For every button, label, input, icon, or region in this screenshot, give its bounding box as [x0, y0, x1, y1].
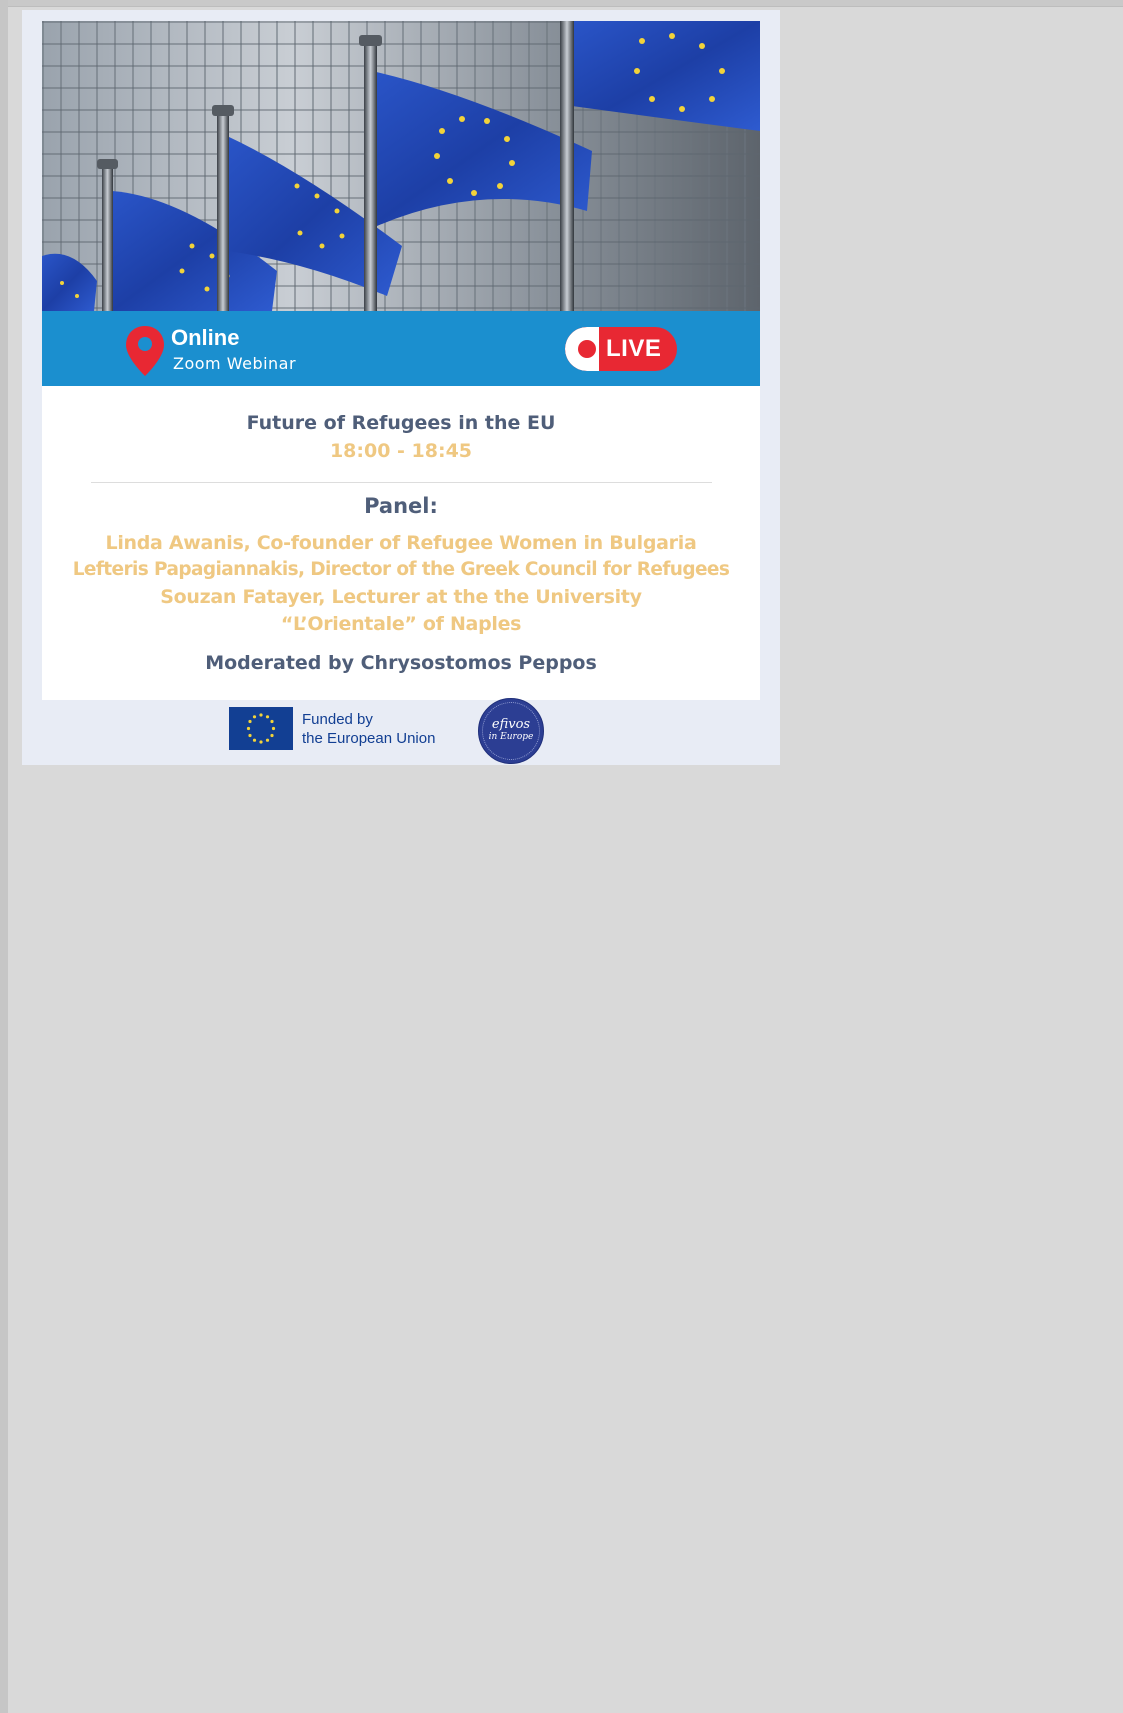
window-left-edge: [0, 0, 8, 1713]
location-title: Online: [171, 325, 240, 350]
live-badge: LIVE: [565, 327, 677, 371]
logo-text-sub: in Europe: [488, 732, 534, 742]
divider: [91, 482, 712, 483]
panelist-3-continued: “L’Orientale” of Naples: [280, 613, 522, 635]
efivos-logo: efivos in Europe: [478, 698, 544, 764]
event-title: Future of Refugees in the EU: [246, 412, 556, 434]
logo-text-main: efivos: [491, 717, 531, 732]
eu-flags-photo: [42, 21, 760, 311]
window-top-edge: [0, 0, 1123, 7]
panelist-2: Lefteris Papagiannakis, Director of the …: [72, 559, 730, 580]
panelist-1: Linda Awanis, Co-founder of Refugee Wome…: [105, 532, 697, 554]
panelist-3: Souzan Fatayer, Lecturer at the the Univ…: [160, 586, 642, 608]
map-pin-icon: [126, 326, 164, 376]
funded-line-2: the European Union: [302, 730, 436, 747]
event-time: 18:00 - 18:45: [329, 440, 473, 462]
moderator-line: Moderated by Chrysostomos Peppos: [205, 652, 597, 674]
location-banner: Online Zoom Webinar LIVE: [42, 311, 760, 386]
live-label: LIVE: [606, 335, 662, 362]
record-dot-icon: [578, 340, 596, 358]
eu-flag-icon: [229, 707, 293, 750]
location-subtitle: Zoom Webinar: [173, 354, 297, 373]
funded-line-1: Funded by: [302, 711, 373, 728]
event-details: Future of Refugees in the EU 18:00 - 18:…: [42, 386, 760, 700]
eu-funding-text: Funded by the European Union: [302, 710, 435, 748]
panel-heading: Panel:: [364, 494, 438, 518]
event-flyer-image: Online Zoom Webinar LIVE Future of Refug…: [22, 10, 780, 765]
